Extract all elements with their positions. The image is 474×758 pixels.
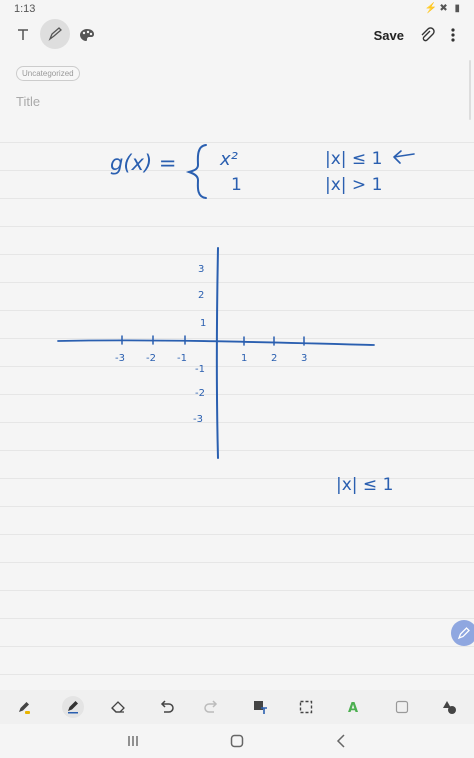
- eraser-icon[interactable]: [109, 698, 127, 716]
- y-tick-label: 3: [198, 264, 204, 275]
- home-icon[interactable]: [230, 734, 244, 753]
- y-tick-label: -3: [193, 414, 203, 425]
- arrow-mark: [393, 150, 415, 164]
- shapes-icon[interactable]: [440, 698, 458, 716]
- text-box-icon[interactable]: [251, 698, 269, 716]
- x-tick-label: 1: [241, 353, 247, 364]
- piecewise-brace: [185, 144, 207, 199]
- x-tick-label: -1: [177, 353, 187, 364]
- x-tick-label: -3: [115, 353, 125, 364]
- x-tick-label: 2: [271, 353, 277, 364]
- floating-pen-button[interactable]: [451, 620, 474, 646]
- navigation-bar: [0, 726, 474, 758]
- recent-apps-icon[interactable]: [127, 734, 139, 753]
- redo-icon[interactable]: [203, 698, 221, 716]
- condition-1: |x| ≤ 1: [325, 149, 382, 169]
- y-tick-label: -2: [195, 388, 205, 399]
- x-tick-label: 3: [301, 353, 307, 364]
- back-icon[interactable]: [336, 734, 346, 753]
- undo-icon[interactable]: [157, 698, 175, 716]
- highlighter-icon[interactable]: A: [345, 698, 363, 716]
- pen-tool-icon[interactable]: [62, 696, 84, 718]
- side-note: |x| ≤ 1: [336, 475, 393, 495]
- selection-icon[interactable]: [297, 698, 315, 716]
- case1-expression: x²: [219, 149, 238, 170]
- handwriting-layer: g(x) = x² 1 |x| ≤ 1 |x| > 1 -3 -2 -1 1 2…: [57, 144, 415, 495]
- drawing-toolbar: A: [0, 690, 474, 724]
- condition-2: |x| > 1: [325, 175, 382, 195]
- fountain-pen-icon[interactable]: [15, 698, 33, 716]
- y-tick-label: -1: [195, 364, 205, 375]
- shape-box-icon[interactable]: [393, 698, 411, 716]
- y-tick-label: 2: [198, 290, 204, 301]
- y-axis-line: [215, 247, 219, 459]
- svg-text:A: A: [348, 701, 358, 715]
- func-name: g(x) =: [110, 151, 176, 175]
- y-tick-label: 1: [200, 318, 206, 329]
- x-tick-label: -2: [146, 353, 156, 364]
- case2-expression: 1: [231, 175, 242, 195]
